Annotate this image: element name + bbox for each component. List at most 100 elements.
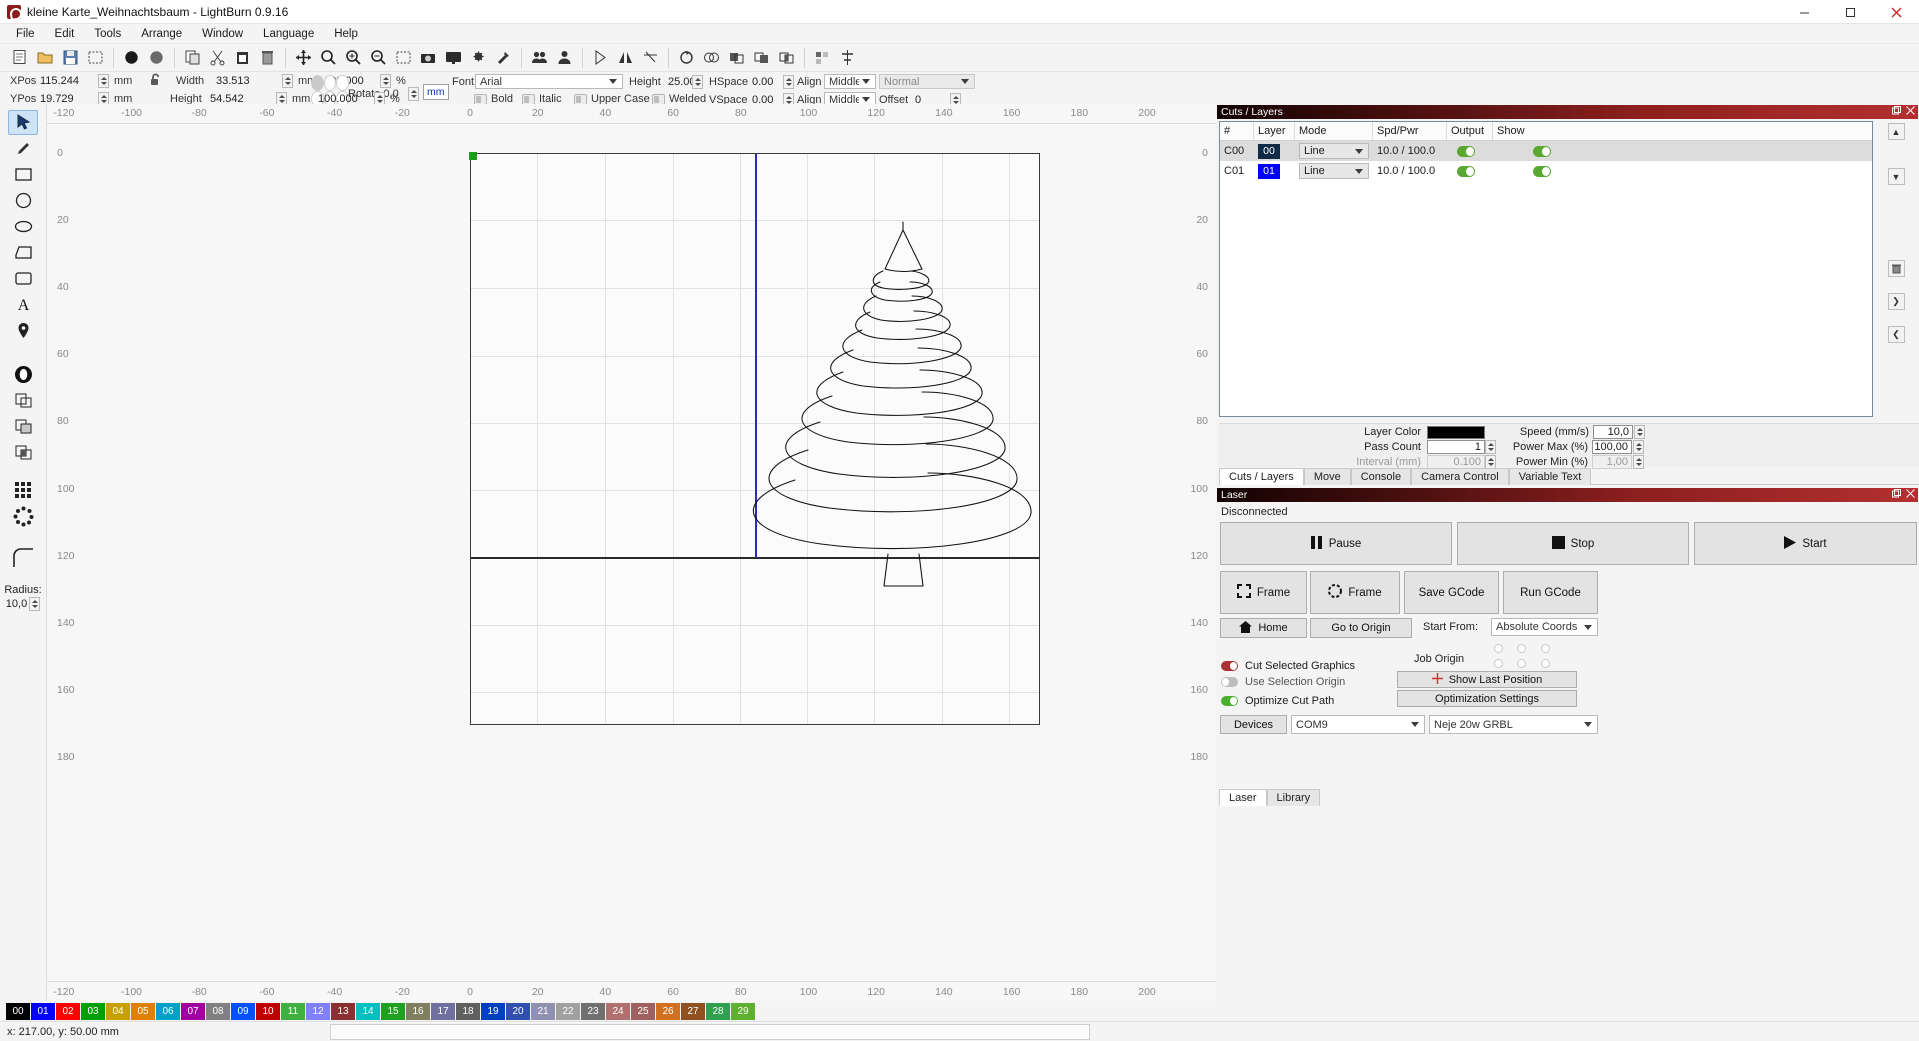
radius-value[interactable]: 10,0 xyxy=(6,598,27,611)
palette-color-20[interactable]: 20 xyxy=(506,1003,530,1020)
undock-icon[interactable] xyxy=(1892,489,1901,501)
hspace-value[interactable]: 0.00 xyxy=(752,76,773,88)
mirror-horizontal-icon[interactable] xyxy=(613,45,638,70)
palette-color-06[interactable]: 06 xyxy=(156,1003,180,1020)
frame-button[interactable]: Frame xyxy=(1220,571,1307,614)
palette-color-18[interactable]: 18 xyxy=(456,1003,480,1020)
preview-icon[interactable] xyxy=(441,45,466,70)
xpos-value[interactable]: 115.244 xyxy=(40,75,98,87)
linear-tool[interactable] xyxy=(8,266,38,291)
paste-icon[interactable] xyxy=(230,45,255,70)
palette-color-04[interactable]: 04 xyxy=(106,1003,130,1020)
width-percent-stepper[interactable] xyxy=(380,74,391,88)
interval-value[interactable]: 0.100 xyxy=(1427,455,1485,469)
palette-color-14[interactable]: 14 xyxy=(356,1003,380,1020)
boolean-subtract-icon[interactable] xyxy=(749,45,774,70)
boolean-intersect-tool[interactable] xyxy=(8,440,38,465)
menu-item-edit[interactable]: Edit xyxy=(45,26,85,42)
unlocked-padlock-icon[interactable] xyxy=(148,72,170,90)
palette-color-22[interactable]: 22 xyxy=(556,1003,580,1020)
tab-library[interactable]: Library xyxy=(1267,789,1321,806)
show-last-position-button[interactable]: Show Last Position xyxy=(1397,671,1577,688)
palette-color-24[interactable]: 24 xyxy=(606,1003,630,1020)
tab-move[interactable]: Move xyxy=(1304,468,1351,485)
stop-button[interactable]: Stop xyxy=(1457,522,1689,565)
cut-icon[interactable] xyxy=(205,45,230,70)
pen-tool[interactable] xyxy=(8,136,38,161)
spdpwr-value[interactable]: 10.0 / 100.0 xyxy=(1373,161,1447,181)
palette-color-11[interactable]: 11 xyxy=(281,1003,305,1020)
optimize-cut-path-toggle[interactable]: Optimize Cut Path xyxy=(1221,695,1334,707)
text-tool[interactable]: A xyxy=(8,292,38,317)
new-file-icon[interactable] xyxy=(8,45,33,70)
zoom-selection-icon[interactable] xyxy=(391,45,416,70)
mode-select[interactable]: Line xyxy=(1299,143,1369,159)
array-icon[interactable] xyxy=(810,45,835,70)
horizontal-ruler-top[interactable] xyxy=(47,104,1216,124)
font-height-stepper[interactable] xyxy=(692,75,703,89)
open-file-icon[interactable] xyxy=(33,45,58,70)
tab-cuts-layers[interactable]: Cuts / Layers xyxy=(1219,468,1304,485)
undock-icon[interactable] xyxy=(1892,106,1901,118)
close-icon[interactable] xyxy=(1906,106,1915,118)
tab-laser[interactable]: Laser xyxy=(1219,789,1267,806)
palette-color-25[interactable]: 25 xyxy=(631,1003,655,1020)
optimization-settings-button[interactable]: Optimization Settings xyxy=(1397,690,1577,707)
zoom-fit-icon[interactable] xyxy=(316,45,341,70)
polygon-tool[interactable] xyxy=(8,240,38,265)
camera-icon[interactable] xyxy=(416,45,441,70)
user-group-icon[interactable] xyxy=(527,45,552,70)
speed-value[interactable]: 10,0 xyxy=(1593,425,1633,439)
zoom-in-icon[interactable] xyxy=(341,45,366,70)
port-select[interactable]: COM9 xyxy=(1291,715,1425,734)
start-button[interactable]: Start xyxy=(1694,522,1917,565)
settings-icon[interactable] xyxy=(466,45,491,70)
palette-color-27[interactable]: 27 xyxy=(681,1003,705,1020)
move-left-icon[interactable]: ❮ xyxy=(1888,326,1905,343)
speed-stepper[interactable] xyxy=(1634,425,1645,439)
palette-color-13[interactable]: 13 xyxy=(331,1003,355,1020)
pause-button[interactable]: Pause xyxy=(1220,522,1452,565)
layer-color-chip[interactable]: 01 xyxy=(1258,164,1280,179)
alignx-select[interactable]: Middle xyxy=(824,74,876,89)
palette-color-02[interactable]: 02 xyxy=(56,1003,80,1020)
circular-array-tool[interactable] xyxy=(8,504,38,529)
job-origin-grid[interactable] xyxy=(1487,641,1557,671)
show-toggle[interactable] xyxy=(1533,146,1551,157)
palette-color-19[interactable]: 19 xyxy=(481,1003,505,1020)
ellipse-tool[interactable] xyxy=(8,188,38,213)
cut-selected-graphics-toggle[interactable]: Cut Selected Graphics xyxy=(1221,660,1355,672)
width-value[interactable]: 33.513 xyxy=(216,75,282,87)
palette-color-12[interactable]: 12 xyxy=(306,1003,330,1020)
copy-icon[interactable] xyxy=(180,45,205,70)
mirror-vertical-icon[interactable] xyxy=(638,45,663,70)
table-row[interactable]: C01 01 Line 10.0 / 100.0 xyxy=(1220,161,1872,181)
mode-select[interactable]: Line xyxy=(1299,163,1369,179)
save-file-icon[interactable] xyxy=(58,45,83,70)
rectangle-tool[interactable] xyxy=(8,162,38,187)
filled-circle-icon[interactable] xyxy=(119,45,144,70)
grid-array-tool[interactable] xyxy=(8,478,38,503)
palette-color-23[interactable]: 23 xyxy=(581,1003,605,1020)
power-min-value[interactable]: 1,00 xyxy=(1592,455,1632,469)
device-settings-icon[interactable] xyxy=(491,45,516,70)
palette-color-29[interactable]: 29 xyxy=(731,1003,755,1020)
use-selection-origin-toggle[interactable]: Use Selection Origin xyxy=(1221,676,1345,688)
card-workpiece[interactable] xyxy=(470,153,1040,725)
scroll-up-icon[interactable]: ▲ xyxy=(1888,123,1905,140)
scroll-down-icon[interactable]: ▼ xyxy=(1888,168,1905,185)
palette-color-15[interactable]: 15 xyxy=(381,1003,405,1020)
christmas-tree-drawing[interactable] xyxy=(471,154,1041,726)
oval-tool[interactable] xyxy=(8,214,38,239)
palette-color-01[interactable]: 01 xyxy=(31,1003,55,1020)
boolean-union-icon[interactable] xyxy=(724,45,749,70)
radius-stepper[interactable] xyxy=(29,597,40,611)
palette-color-03[interactable]: 03 xyxy=(81,1003,105,1020)
hspace-stepper[interactable] xyxy=(783,75,794,89)
move-icon[interactable] xyxy=(291,45,316,70)
devices-button[interactable]: Devices xyxy=(1220,715,1287,734)
select-tool[interactable] xyxy=(8,110,38,135)
canvas-area[interactable]: -120-100-80-60-40-2002040608010012014016… xyxy=(47,104,1216,1001)
palette-color-09[interactable]: 09 xyxy=(231,1003,255,1020)
align-center-icon[interactable] xyxy=(835,45,860,70)
